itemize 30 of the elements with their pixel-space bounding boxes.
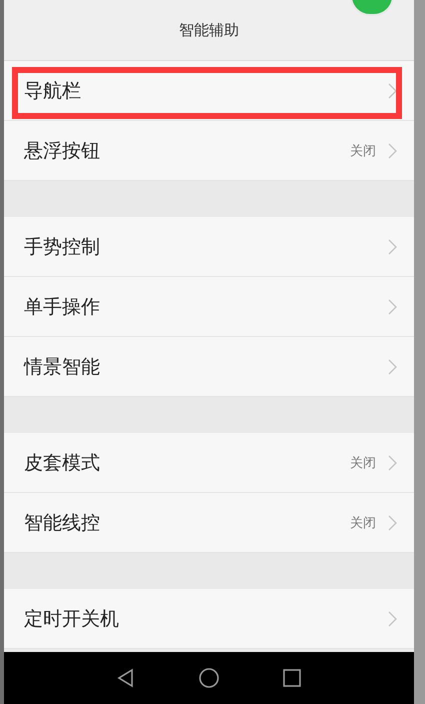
chevron-icon	[388, 82, 397, 98]
settings-item[interactable]: 情景智能	[4, 337, 414, 397]
item-label: 皮套模式	[24, 450, 101, 476]
settings-item[interactable]: 单手操作	[4, 277, 414, 337]
settings-item[interactable]: 导航栏	[4, 61, 414, 121]
settings-item[interactable]: 定时开关机	[4, 589, 414, 649]
item-value: 关闭	[350, 514, 376, 532]
item-value: 关闭	[350, 454, 376, 472]
chevron-icon	[388, 454, 397, 470]
item-label: 情景智能	[24, 354, 101, 380]
chevron-icon	[388, 610, 397, 626]
settings-item[interactable]: 手势控制	[4, 217, 414, 277]
item-label: 导航栏	[24, 78, 82, 104]
window-title: 智能辅助	[179, 20, 239, 40]
chevron-icon	[388, 142, 397, 158]
home-icon[interactable]	[198, 667, 220, 689]
item-label: 定时开关机	[24, 606, 120, 632]
settings-item[interactable]: 悬浮按钮 关闭	[4, 121, 414, 181]
item-label: 手势控制	[24, 234, 101, 260]
recents-icon[interactable]	[281, 667, 304, 689]
settings-item[interactable]: 智能线控 关闭	[4, 493, 414, 553]
item-label: 悬浮按钮	[24, 138, 101, 164]
chevron-icon	[388, 238, 397, 254]
item-label: 智能线控	[24, 510, 101, 536]
chevron-icon	[388, 514, 397, 530]
chevron-icon	[388, 358, 397, 374]
chevron-icon	[388, 298, 397, 314]
item-label: 单手操作	[24, 294, 101, 320]
settings-item[interactable]: 皮套模式 关闭	[4, 433, 414, 493]
item-value: 关闭	[350, 142, 376, 160]
